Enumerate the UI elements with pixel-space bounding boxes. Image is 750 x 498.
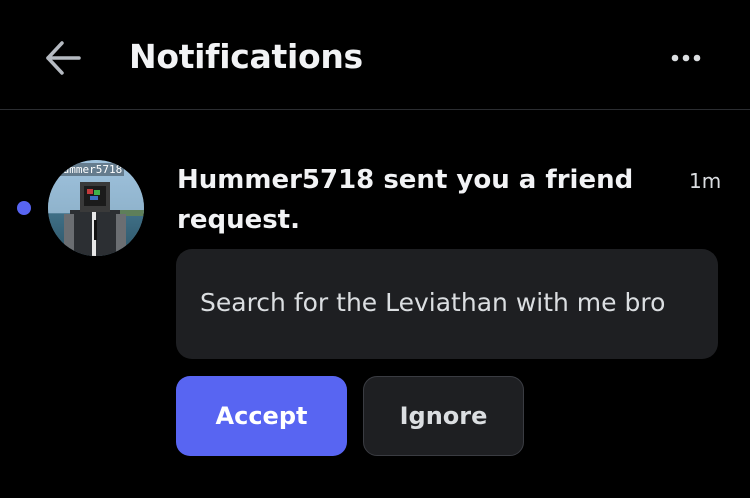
header-bar: Notifications bbox=[0, 0, 750, 110]
page-title: Notifications bbox=[129, 37, 363, 76]
ignore-button[interactable]: Ignore bbox=[363, 376, 524, 456]
avatar-nametag: Hummer5718 bbox=[54, 163, 125, 176]
avatar[interactable]: Hummer5718 bbox=[48, 160, 144, 256]
more-options-button[interactable] bbox=[660, 36, 712, 80]
arrow-left-icon bbox=[46, 41, 81, 75]
unread-indicator bbox=[17, 201, 31, 215]
more-horizontal-icon bbox=[671, 54, 701, 62]
message-text: Search for the Leviathan with me bro bbox=[200, 288, 666, 317]
back-button[interactable] bbox=[36, 32, 88, 84]
accept-button[interactable]: Accept bbox=[176, 376, 347, 456]
friend-request-message: Search for the Leviathan with me bro bbox=[176, 249, 718, 359]
notification-text: Hummer5718 sent you a friend request. bbox=[177, 165, 634, 235]
notification-timestamp: 1m bbox=[689, 169, 722, 193]
header-divider bbox=[0, 109, 750, 110]
